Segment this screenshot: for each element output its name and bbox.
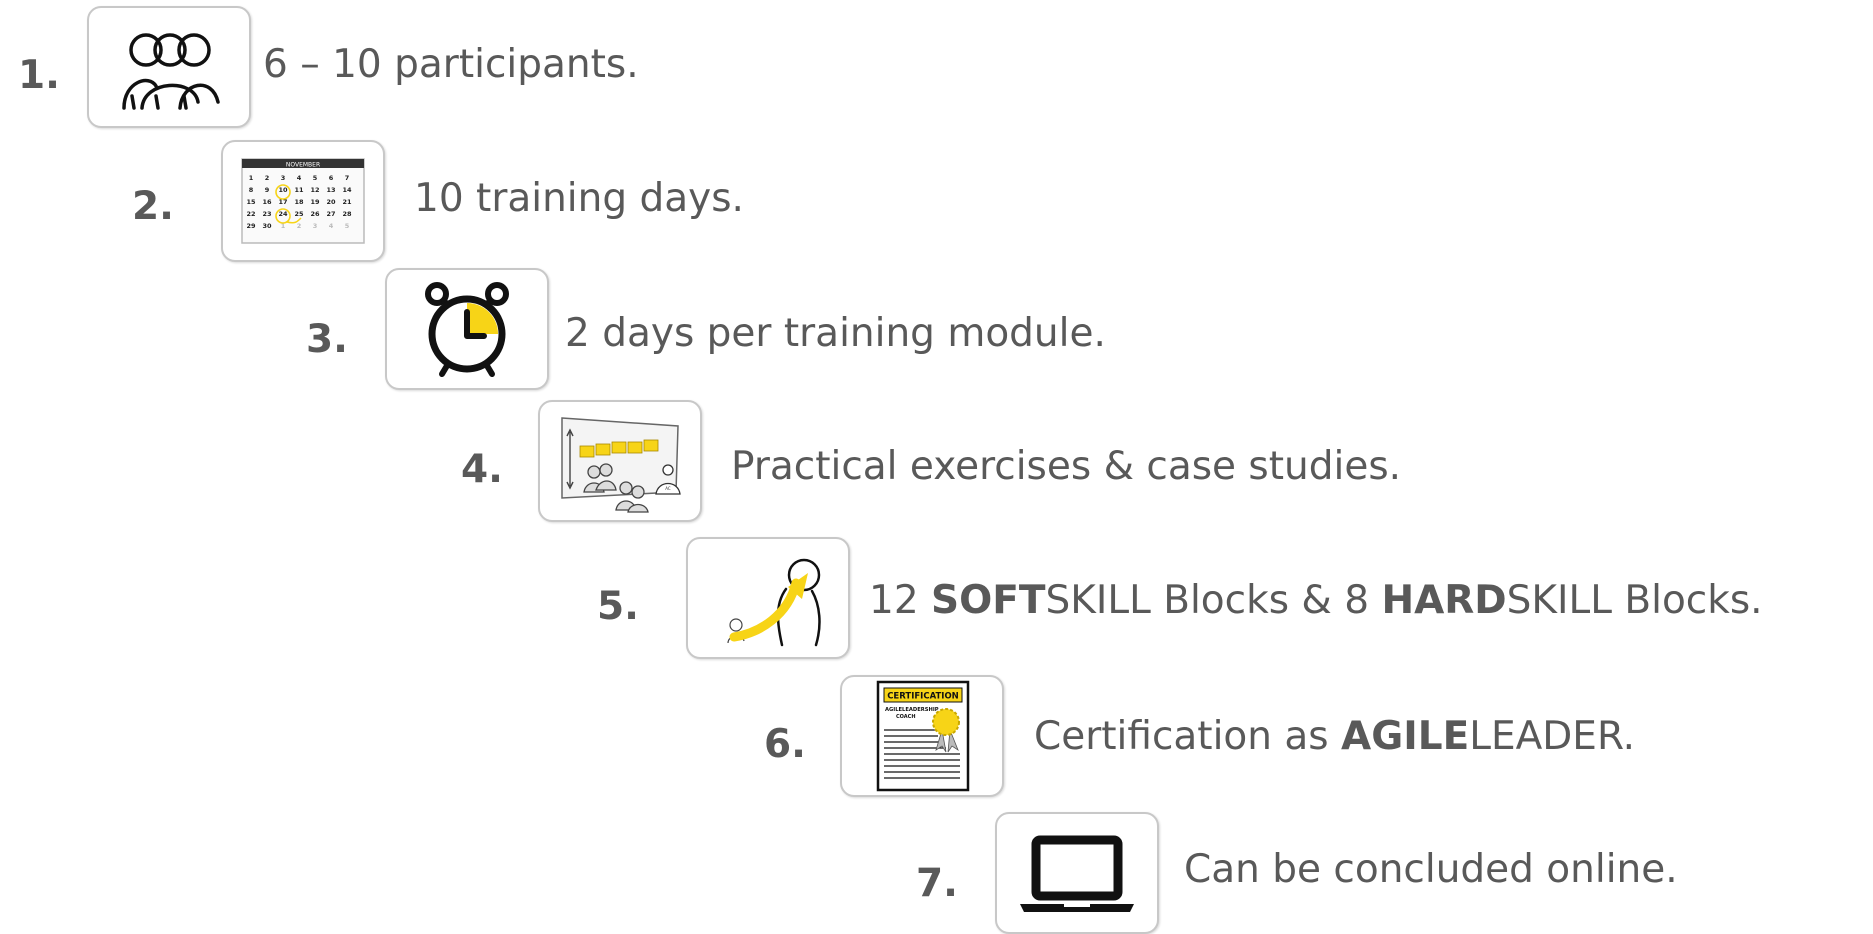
calendar-day: 30 xyxy=(262,222,272,230)
step-number-4: 4. xyxy=(461,447,503,492)
alarm-clock-icon xyxy=(412,274,522,384)
step-card-6: CERTIFICATION AGILELEADERSHIP COACH xyxy=(840,675,1004,797)
calendar-day: 3 xyxy=(281,174,286,182)
step-card-2: NOVEMBER 1 2 3 4 5 6 7 8 9 10 11 12 13 14 15 16 17 18 19 20… xyxy=(221,140,385,262)
calendar-day: 27 xyxy=(326,210,335,218)
people-group-icon xyxy=(94,12,244,122)
calendar-day: 21 xyxy=(342,198,352,206)
calendar-day: 9 xyxy=(265,186,270,194)
step-number-2: 2. xyxy=(132,184,174,229)
text-part: SKILL Blocks & 8 xyxy=(1045,578,1382,623)
calendar-day: 18 xyxy=(294,198,304,206)
step-text-2: 10 training days. xyxy=(414,176,744,221)
step-number-6: 6. xyxy=(764,722,806,767)
step-card-7 xyxy=(995,812,1159,934)
calendar-day: 4 xyxy=(297,174,302,182)
step-card-4: AC xyxy=(538,400,702,522)
calendar-day: 25 xyxy=(294,210,304,218)
calendar-day: 24 xyxy=(278,210,288,218)
calendar-day: 16 xyxy=(262,198,272,206)
certificate-title: CERTIFICATION xyxy=(887,692,959,702)
laptop-icon xyxy=(1012,828,1142,918)
step-text-5: 12 SOFTSKILL Blocks & 8 HARDSKILL Blocks… xyxy=(869,581,1763,620)
calendar-day: 8 xyxy=(249,186,254,194)
text-part: 12 xyxy=(869,578,932,623)
calendar-day: 26 xyxy=(310,210,320,218)
growth-arrow-icon xyxy=(698,543,838,653)
calendar-day: 5 xyxy=(345,222,350,230)
calendar-icon: NOVEMBER 1 2 3 4 5 6 7 8 9 10 11 12 13 14 15 16 17 18 19 20… xyxy=(241,158,365,244)
calendar-day: 2 xyxy=(297,222,302,230)
calendar-day: 13 xyxy=(326,186,335,194)
calendar-day: 6 xyxy=(329,174,334,182)
step-text-6: Certification as AGILELEADER. xyxy=(1034,717,1635,756)
calendar-day: 29 xyxy=(246,222,256,230)
calendar-day: 5 xyxy=(313,174,318,182)
step-text-3: 2 days per training module. xyxy=(565,311,1106,356)
certificate-icon: CERTIFICATION AGILELEADERSHIP COACH xyxy=(872,678,972,794)
calendar-day: 11 xyxy=(294,186,304,194)
step-number-3: 3. xyxy=(306,317,348,362)
calendar-day: 23 xyxy=(262,210,271,218)
calendar-day: 19 xyxy=(310,198,320,206)
calendar-day: 20 xyxy=(326,198,336,206)
step-number-1: 1. xyxy=(18,53,60,98)
calendar-day: 7 xyxy=(345,174,350,182)
calendar-day: 15 xyxy=(246,198,256,206)
certificate-line-2: COACH xyxy=(896,714,916,720)
step-text-1: 6 – 10 participants. xyxy=(263,42,639,87)
svg-text:AC: AC xyxy=(665,486,671,491)
calendar-day: 28 xyxy=(342,210,352,218)
calendar-day: 12 xyxy=(310,186,319,194)
step-number-7: 7. xyxy=(916,861,958,906)
calendar-day: 22 xyxy=(246,210,255,218)
calendar-day: 2 xyxy=(265,174,270,182)
step-card-5 xyxy=(686,537,850,659)
text-part: SKILL Blocks. xyxy=(1506,578,1763,623)
text-part: LEADER. xyxy=(1469,714,1636,759)
step-number-5: 5. xyxy=(597,584,639,629)
step-text-4: Practical exercises & case studies. xyxy=(731,444,1402,489)
calendar-day: 10 xyxy=(278,186,288,194)
step-text-7: Can be concluded online. xyxy=(1184,847,1678,892)
calendar-day: 3 xyxy=(313,222,318,230)
text-bold-hard: HARD xyxy=(1381,578,1507,623)
certificate-line-1: AGILELEADERSHIP xyxy=(885,707,939,713)
text-bold-soft: SOFT xyxy=(931,578,1046,623)
svg-text:NOVEMBER: NOVEMBER xyxy=(286,162,320,169)
text-bold-agile: AGILE xyxy=(1341,714,1470,759)
calendar-day: 4 xyxy=(329,222,334,230)
calendar-day: 1 xyxy=(249,174,254,182)
step-card-1 xyxy=(87,6,251,128)
text-part: Certification as xyxy=(1034,714,1342,759)
workshop-board-icon: AC xyxy=(550,406,690,516)
calendar-day: 14 xyxy=(342,186,352,194)
step-card-3 xyxy=(385,268,549,390)
